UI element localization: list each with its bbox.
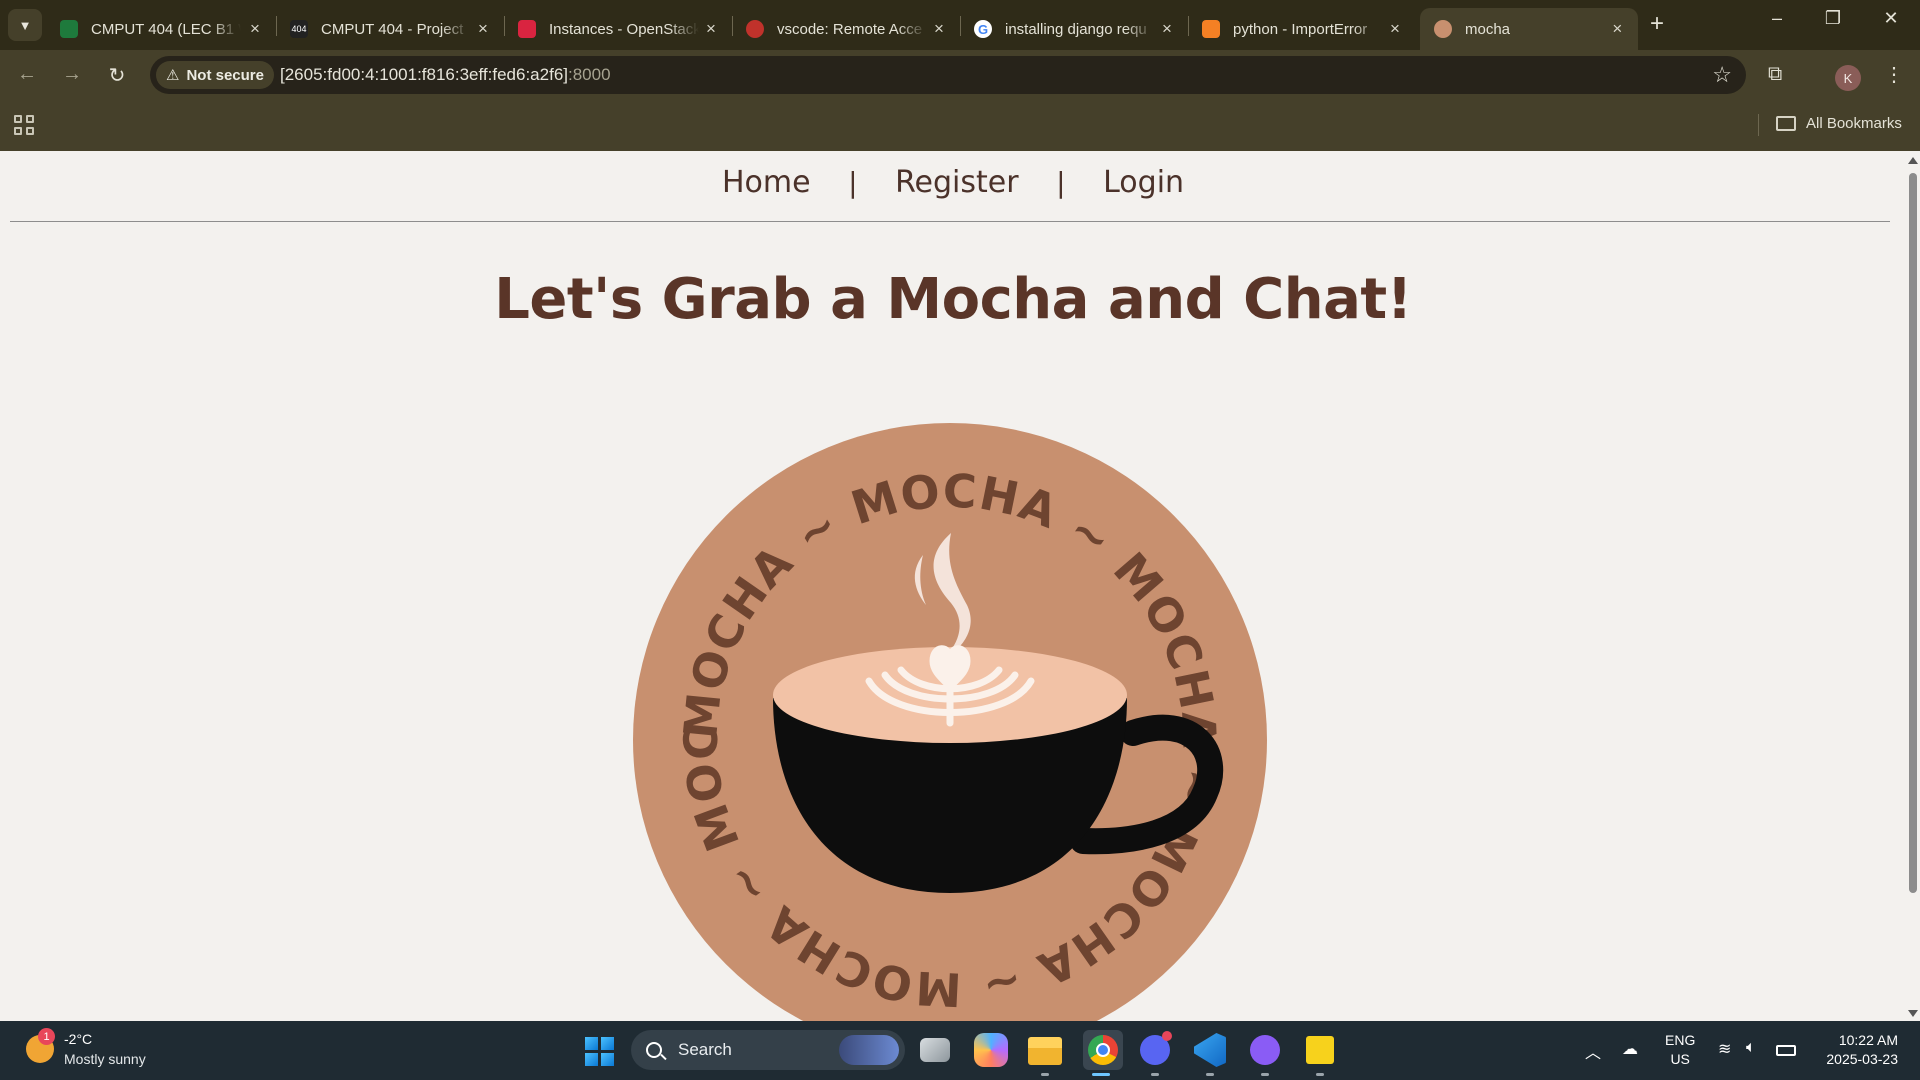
google-icon: G [974, 20, 992, 38]
tab-vscode-remote[interactable]: vscode: Remote Acce × [732, 8, 960, 50]
security-label: Not secure [186, 66, 264, 84]
close-icon[interactable]: × [1386, 19, 1404, 39]
tab-title: CMPUT 404 - Project [321, 20, 464, 38]
openstack-icon [518, 20, 536, 38]
nav-divider [10, 221, 1890, 222]
new-tab-icon[interactable]: + [1650, 10, 1664, 38]
weather-notification-badge: 1 [38, 1028, 55, 1045]
folder-icon [1776, 116, 1796, 131]
tab-openstack-instances[interactable]: Instances - OpenStack × [504, 8, 732, 50]
scroll-down-icon[interactable] [1908, 1010, 1918, 1017]
search-highlight-image [839, 1035, 899, 1065]
scroll-up-icon[interactable] [1908, 157, 1918, 164]
copilot-icon[interactable] [974, 1033, 1008, 1067]
browser-tab-strip: ▼ CMPUT 404 (LEC B1 W × 404 CMPUT 404 - … [0, 0, 1920, 50]
all-bookmarks-label: All Bookmarks [1806, 115, 1902, 132]
search-label: Search [678, 1040, 732, 1059]
minimize-icon[interactable]: – [1762, 8, 1792, 29]
url-text[interactable]: [2605:fd00:4:1001:f816:3eff:fed6:a2f6]:8… [280, 65, 611, 85]
tab-mocha[interactable]: mocha × [1420, 8, 1638, 50]
site-404-icon: 404 [290, 20, 308, 38]
chrome-app-button[interactable] [1083, 1030, 1123, 1070]
input-language-indicator[interactable]: ENG US [1665, 1031, 1695, 1069]
address-bar[interactable]: ⚠ Not secure [2605:fd00:4:1001:f816:3eff… [150, 56, 1746, 94]
tab-search-button[interactable]: ▼ [8, 9, 42, 41]
clock-date: 2025-03-23 [1826, 1051, 1898, 1067]
bookmark-star-icon[interactable]: ☆ [1712, 62, 1732, 88]
close-icon[interactable]: × [930, 19, 948, 39]
nav-register-link[interactable]: Register [895, 165, 1019, 200]
close-icon[interactable]: × [474, 19, 492, 39]
close-window-icon[interactable]: ✕ [1876, 8, 1906, 29]
nav-separator: | [848, 166, 858, 199]
page-headline: Let's Grab a Mocha and Chat! [494, 267, 1412, 332]
apps-grid-icon[interactable] [14, 115, 34, 135]
tab-title: python - ImportError [1233, 20, 1368, 38]
wifi-icon[interactable]: ≋ [1718, 1039, 1731, 1059]
chevron-down-icon: ▼ [18, 17, 32, 33]
site-security-chip[interactable]: ⚠ Not secure [156, 61, 274, 89]
clock-time: 10:22 AM [1838, 1032, 1898, 1048]
site-nav: Home | Register | Login [0, 165, 1906, 200]
mocha-favicon-icon [1434, 20, 1452, 38]
tab-title: mocha [1465, 20, 1511, 38]
windows-taskbar: 1 -2°C Mostly sunny Search ︿ ☁ ENG US ≋ … [0, 1021, 1920, 1080]
close-icon[interactable]: × [1158, 19, 1176, 39]
tab-title: Instances - OpenStack [549, 20, 699, 38]
page-scrollbar[interactable] [1906, 151, 1920, 1021]
task-view-icon[interactable] [920, 1038, 950, 1062]
tab-cmput404-eclass[interactable]: CMPUT 404 (LEC B1 W × [46, 8, 276, 50]
vscode-icon[interactable] [1194, 1033, 1226, 1067]
search-icon [646, 1042, 662, 1058]
nav-home-link[interactable]: Home [722, 165, 811, 200]
volume-icon[interactable]: 🔈︎ [1746, 1039, 1756, 1057]
nav-separator: | [1056, 166, 1066, 199]
tab-google-django[interactable]: G installing django requ × [960, 8, 1188, 50]
more-vert-icon[interactable]: ⋮ [1884, 62, 1904, 87]
taskbar-search-box[interactable]: Search [631, 1030, 905, 1070]
tab-cmput404-project[interactable]: 404 CMPUT 404 - Project × [276, 8, 504, 50]
page-content: Home | Register | Login Let's Grab a Moc… [0, 151, 1906, 1021]
profile-avatar[interactable]: K [1835, 65, 1861, 91]
stackoverflow-icon [1202, 20, 1220, 38]
all-bookmarks-button[interactable]: All Bookmarks [1776, 115, 1902, 132]
graduation-cap-icon [60, 20, 78, 38]
bookmark-bar: All Bookmarks [0, 100, 1920, 151]
ruby-icon [746, 20, 764, 38]
browser-toolbar: ← → ↻ ⚠ Not secure [2605:fd00:4:1001:f81… [0, 50, 1920, 100]
tab-stackoverflow-importerror[interactable]: python - ImportError × [1188, 8, 1416, 50]
forward-icon[interactable]: → [59, 63, 85, 86]
url-host: [2605:fd00:4:1001:f816:3eff:fed6:a2f6] [280, 65, 568, 84]
weather-description[interactable]: Mostly sunny [64, 1051, 146, 1067]
reload-icon[interactable]: ↻ [104, 63, 130, 88]
sticky-notes-icon[interactable] [1306, 1036, 1334, 1064]
close-icon[interactable]: × [702, 19, 720, 39]
back-icon[interactable]: ← [14, 63, 40, 86]
close-icon[interactable]: × [246, 19, 264, 39]
show-hidden-icons-chevron-icon[interactable]: ︿ [1585, 1039, 1601, 1063]
scrollbar-thumb[interactable] [1909, 173, 1917, 893]
warning-triangle-icon: ⚠ [166, 67, 180, 84]
tab-title: installing django requ [1005, 20, 1147, 38]
onedrive-cloud-icon[interactable]: ☁ [1622, 1039, 1638, 1059]
restore-icon[interactable]: ❐ [1818, 8, 1848, 29]
tab-title: CMPUT 404 (LEC B1 W [91, 20, 241, 38]
battery-icon[interactable] [1776, 1045, 1796, 1056]
windows-start-icon[interactable] [585, 1037, 614, 1066]
system-clock[interactable]: 10:22 AM 2025-03-23 [1814, 1031, 1898, 1069]
mocha-logo: MOCHA ~ MOCHA ~ MOCHA ~ MOCHA ~ MOCHA ~ … [633, 423, 1267, 1021]
close-icon[interactable]: × [1609, 19, 1626, 39]
weather-temperature[interactable]: -2°C [64, 1031, 92, 1047]
file-explorer-icon[interactable] [1028, 1037, 1062, 1065]
discord-notification-dot [1162, 1031, 1172, 1041]
extensions-puzzle-icon[interactable]: ⧉ [1768, 63, 1782, 86]
nav-login-link[interactable]: Login [1103, 165, 1184, 200]
chrome-icon [1088, 1035, 1118, 1065]
tab-title: vscode: Remote Acce [777, 20, 923, 38]
lang-region: US [1670, 1051, 1690, 1067]
url-port: :8000 [568, 65, 611, 84]
lang-code: ENG [1665, 1032, 1696, 1048]
github-desktop-icon[interactable] [1250, 1035, 1280, 1065]
